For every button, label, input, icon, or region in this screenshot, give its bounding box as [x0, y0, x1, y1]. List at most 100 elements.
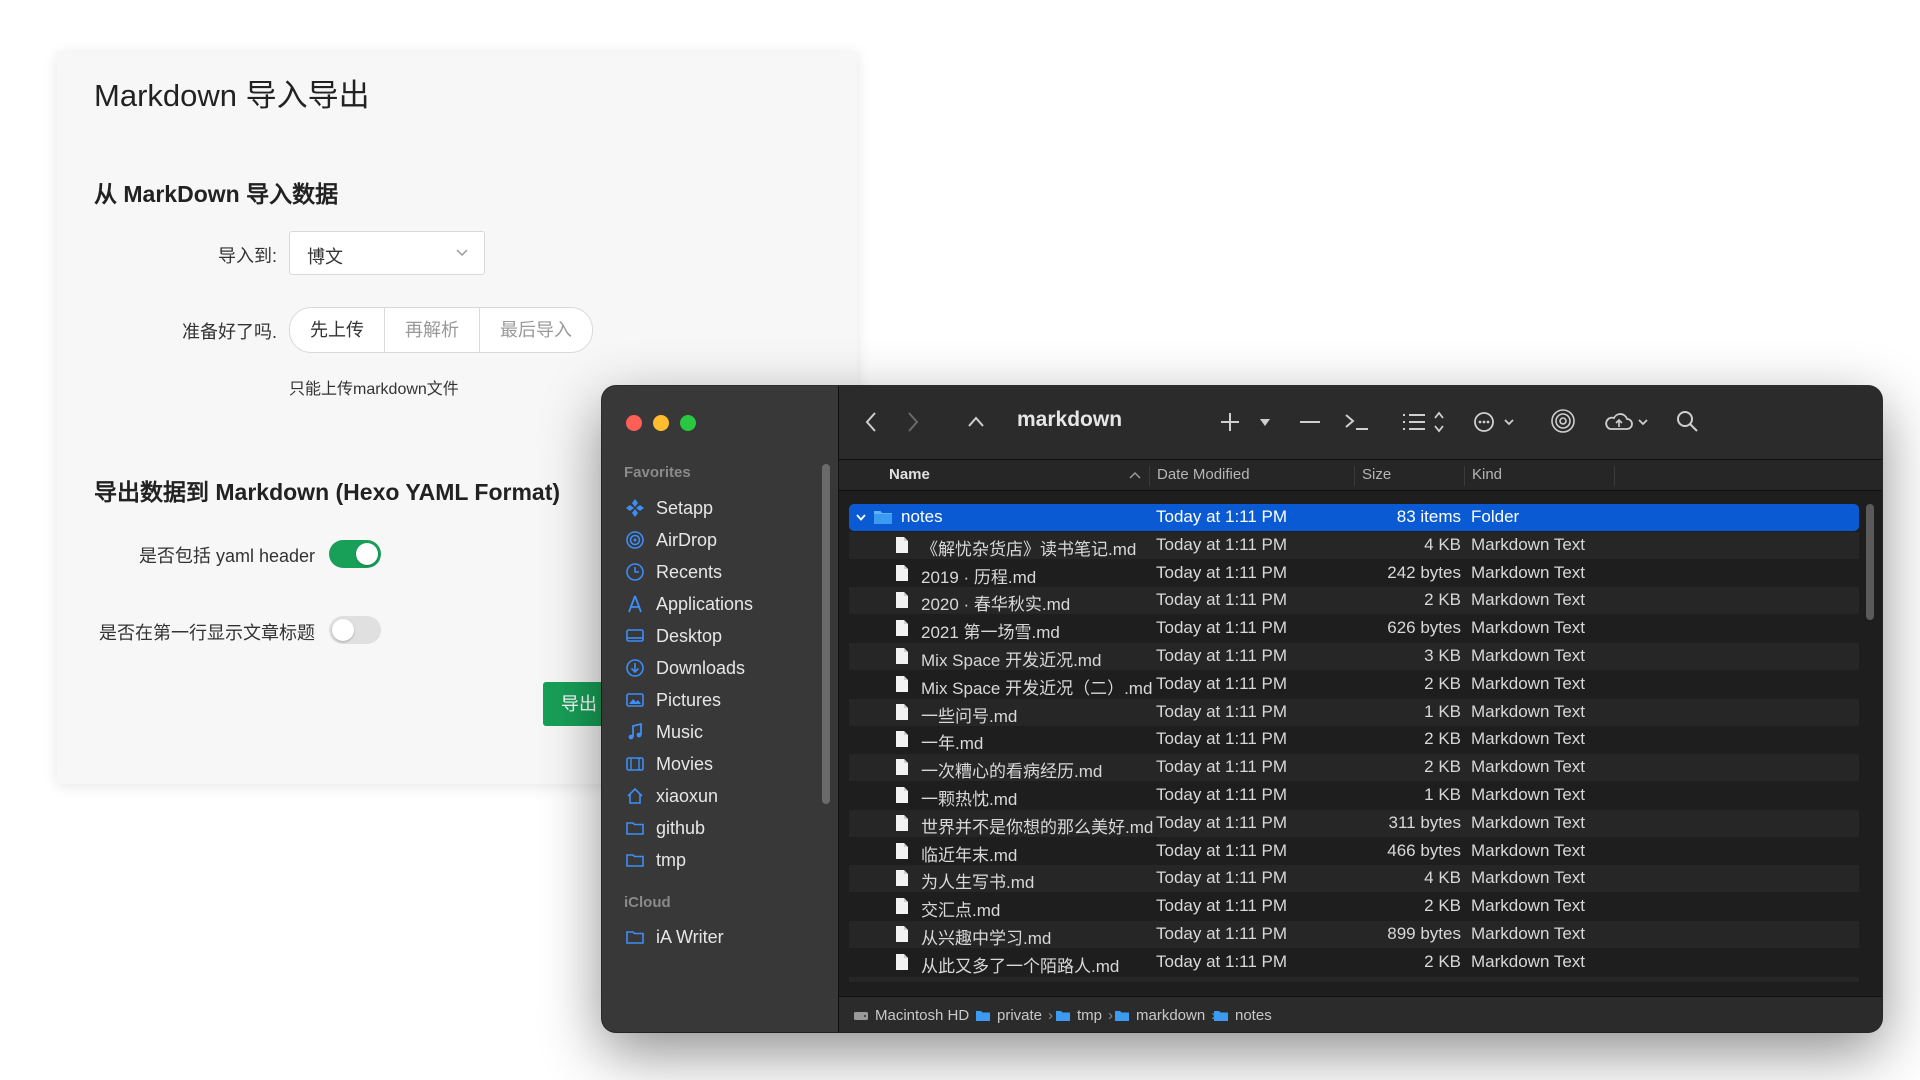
column-divider[interactable] — [1464, 466, 1465, 486]
sidebar-item-label: Pictures — [656, 689, 722, 710]
search-icon[interactable] — [1675, 409, 1699, 433]
sidebar-item-home[interactable]: xiaoxun — [624, 781, 824, 811]
file-row[interactable]: 一些问号.md Today at 1:11 PM 1 KB Markdown Text — [849, 698, 1859, 726]
terminal-icon[interactable] — [1344, 412, 1370, 432]
file-size: 626 bytes — [1387, 618, 1461, 638]
yaml-header-toggle[interactable] — [329, 540, 381, 568]
icloud-icon[interactable] — [1603, 410, 1653, 434]
plus-icon[interactable] — [1219, 411, 1241, 433]
sidebar-item-label: tmp — [656, 849, 687, 870]
applications-icon — [624, 593, 646, 615]
file-date-modified: Today at 1:11 PM — [1156, 701, 1288, 721]
hard-drive-icon — [854, 1011, 868, 1020]
path-item-private[interactable]: private › — [975, 1007, 1053, 1024]
import-to-label: 导入到: — [217, 246, 277, 266]
sidebar-scrollbar[interactable] — [822, 464, 830, 804]
file-row[interactable]: 一年.md Today at 1:11 PM 2 KB Markdown Text — [849, 726, 1859, 753]
column-name[interactable]: Name — [889, 466, 930, 483]
column-kind[interactable]: Kind — [1472, 466, 1502, 483]
sidebar-item-desktop[interactable]: Desktop — [624, 621, 824, 651]
file-row[interactable]: 从网“抑”云引发的思考.md Today at 1:11 PM 2 KB Markdo… — [849, 976, 1859, 982]
sidebar-item-recents[interactable]: Recents — [624, 557, 824, 587]
step-import-button[interactable]: 最后导入 — [480, 308, 592, 352]
file-list-scrollbar[interactable] — [1866, 504, 1874, 620]
file-name: 从网“抑”云引发的思考.md — [921, 980, 1114, 982]
file-row[interactable]: 为人生写书.md Today at 1:11 PM 4 KB Markdown Tex… — [849, 865, 1859, 893]
file-row[interactable]: 交汇点.md Today at 1:11 PM 2 KB Markdown Text — [849, 893, 1859, 920]
zoom-window-button[interactable] — [680, 415, 696, 431]
folder-row[interactable]: notes Today at 1:11 PM 83 items Folder — [849, 504, 1859, 531]
forward-icon[interactable] — [905, 410, 921, 434]
path-item-markdown[interactable]: markdown › — [1114, 1007, 1216, 1024]
import-target-select[interactable]: 博文 — [289, 231, 485, 275]
file-row[interactable]: 2020 · 春华秋实.md Today at 1:11 PM 2 KB Markdo… — [849, 587, 1859, 615]
file-row[interactable]: 从兴趣中学习.md Today at 1:11 PM 899 bytes Markdo… — [849, 921, 1859, 948]
airdrop-toolbar-icon[interactable] — [1550, 408, 1576, 434]
disclosure-open-icon[interactable] — [855, 511, 867, 523]
file-size: 899 bytes — [1387, 924, 1461, 943]
file-row[interactable]: 2021 第一场雪.md Today at 1:11 PM 626 bytes Mar… — [849, 615, 1859, 642]
sidebar-item-airdrop[interactable]: AirDrop — [624, 525, 824, 555]
sidebar-item-movies[interactable]: Movies — [624, 749, 824, 779]
file-row[interactable]: 一颗热忱.md Today at 1:11 PM 1 KB Markdown Text — [849, 782, 1859, 809]
column-header: Name Date Modified Size Kind — [839, 460, 1882, 491]
column-date-modified[interactable]: Date Modified — [1157, 466, 1250, 483]
desktop-icon — [624, 625, 646, 647]
path-item-tmp[interactable]: tmp › — [1055, 1007, 1113, 1024]
enclosing-folder-icon[interactable] — [967, 414, 985, 430]
close-window-button[interactable] — [626, 415, 642, 431]
download-icon — [624, 657, 646, 679]
file-size: 4 KB — [1424, 868, 1461, 888]
icloud-heading: iCloud — [624, 894, 671, 911]
file-name: 《解忧杂货店》读书笔记.md — [921, 539, 1137, 559]
path-item-notes[interactable]: notes — [1213, 1007, 1272, 1024]
file-row[interactable]: 世界并不是你想的那么美好.md Today at 1:11 PM 311 bytes… — [849, 809, 1859, 837]
step-upload-button[interactable]: 先上传 — [290, 308, 385, 352]
path-item-macintosh-hd[interactable]: Macintosh HD› — [853, 1007, 980, 1024]
file-row[interactable]: Mix Space 开发近况（二）.md Today at 1:11 PM 2 KB… — [849, 671, 1859, 698]
minimize-window-button[interactable] — [653, 415, 669, 431]
first-line-title-toggle[interactable] — [329, 616, 381, 644]
sidebar-item-tmp[interactable]: tmp — [624, 845, 824, 875]
sidebar-item-applications[interactable]: Applications — [624, 589, 824, 619]
file-row[interactable]: 《解忧杂货店》读书笔记.md Today at 1:11 PM 4 KB Markdo… — [849, 531, 1859, 559]
document-icon — [896, 675, 908, 692]
sidebar-item-pictures[interactable]: Pictures — [624, 685, 824, 715]
column-divider[interactable] — [1149, 466, 1150, 486]
more-actions-icon[interactable] — [1473, 410, 1517, 434]
file-row[interactable]: 一次糟心的看病经历.md Today at 1:11 PM 2 KB Markdown… — [849, 754, 1859, 782]
step-parse-button[interactable]: 再解析 — [385, 308, 480, 352]
sidebar-item-ia-writer[interactable]: iA Writer — [624, 922, 824, 952]
sidebar-item-label: Recents — [656, 561, 723, 582]
file-name: 一次糟心的看病经历.md — [921, 762, 1103, 782]
pictures-icon — [624, 689, 646, 711]
sidebar-item-music[interactable]: Music — [624, 717, 824, 747]
sidebar-item-github[interactable]: github — [624, 813, 824, 843]
file-row[interactable]: Mix Space 开发近况.md Today at 1:11 PM 3 KB Mar… — [849, 643, 1859, 670]
file-date-modified: Today at 1:11 PM — [1156, 924, 1288, 943]
list-view-icon[interactable] — [1401, 410, 1445, 434]
triangle-down-icon[interactable] — [1259, 418, 1271, 428]
column-divider[interactable] — [1354, 466, 1355, 486]
file-row[interactable]: 从此又多了一个陌路人.md Today at 1:11 PM 2 KB Markdow… — [849, 949, 1859, 976]
file-kind: Markdown Text — [1471, 896, 1586, 916]
home-icon — [624, 785, 646, 807]
chevron-down-icon — [456, 249, 468, 257]
file-row[interactable]: 2019 · 历程.md Today at 1:11 PM 242 bytes Mar… — [849, 560, 1859, 587]
movies-icon — [624, 753, 646, 775]
back-icon[interactable] — [863, 410, 879, 434]
minus-icon[interactable] — [1299, 420, 1321, 424]
column-size[interactable]: Size — [1362, 466, 1391, 483]
file-date-modified: Today at 1:11 PM — [1156, 729, 1288, 749]
first-line-title-label: 是否在第一行显示文章标题 — [99, 623, 315, 643]
sidebar-item-downloads[interactable]: Downloads — [624, 653, 824, 683]
file-date-modified: Today at 1:11 PM — [1156, 840, 1288, 860]
sidebar-item-setapp[interactable]: Setapp — [624, 493, 824, 523]
file-row[interactable]: 临近年末.md Today at 1:11 PM 466 bytes Markdown… — [849, 838, 1859, 865]
document-icon — [896, 842, 908, 859]
file-date-modified: Today at 1:11 PM — [1156, 896, 1288, 916]
file-size: 1 KB — [1424, 701, 1461, 721]
path-bar: Macintosh HD› private› tmp› markdown› no… — [839, 996, 1882, 1032]
column-divider[interactable] — [1614, 466, 1615, 486]
file-name: 一颗热忱.md — [921, 790, 1018, 809]
